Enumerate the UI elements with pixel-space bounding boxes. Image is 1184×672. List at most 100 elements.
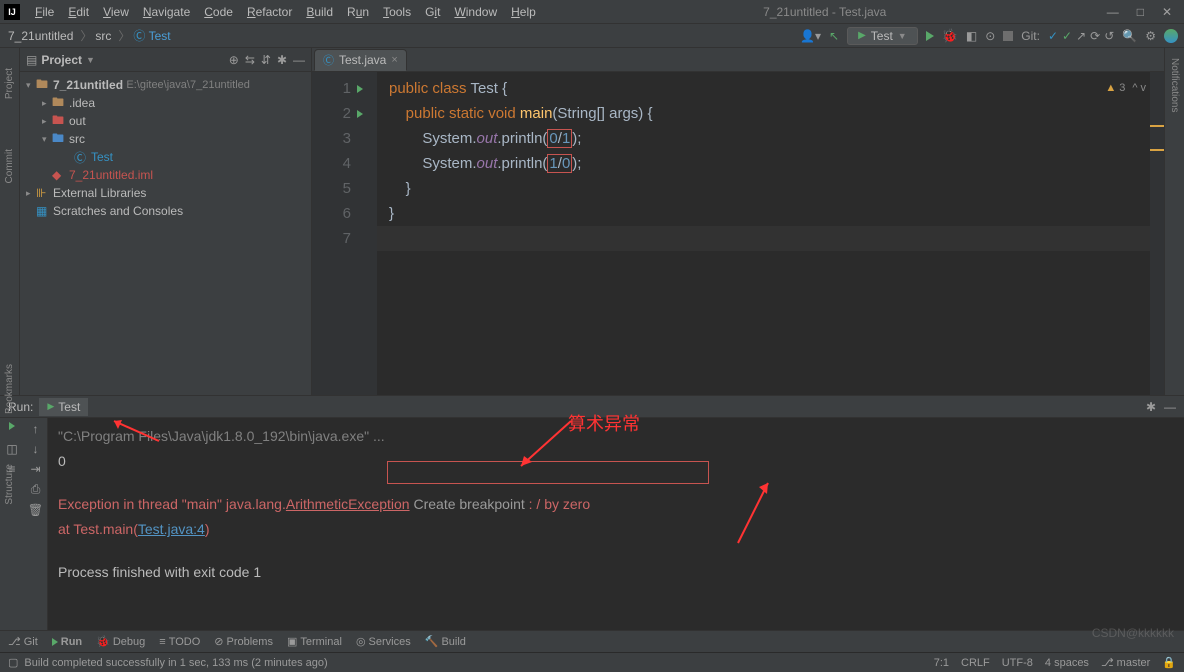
app-logo-icon: IJ [4,4,20,20]
tree-external[interactable]: ▸⊪External Libraries [20,184,311,202]
run-tool-window: Run: ▶ Test ✱ — ◫ ≡ ↑ ↓ ⇥ ⎙ 🗑 "C:\Progra… [0,395,1184,630]
coverage-button[interactable]: ◧ [966,29,977,43]
line-separator[interactable]: CRLF [961,657,990,669]
tab-build[interactable]: 🔨Build [425,635,466,648]
layout-icon[interactable]: ◫ [6,442,17,456]
watermark: CSDN@kkkkkk [1092,626,1174,640]
target-icon[interactable]: ⊕ [229,53,239,67]
caret-position[interactable]: 7:1 [934,657,949,669]
tab-problems[interactable]: ⊘Problems [214,635,273,648]
run-config-selector[interactable]: ▶ Test ▼ [847,27,918,45]
menu-window[interactable]: Window [447,3,504,21]
tool-notifications[interactable]: Notifications [1169,58,1180,112]
expand-icon[interactable]: ⇆ [245,53,255,67]
console-exit: Process finished with exit code 1 [58,560,1174,585]
tree-test-class[interactable]: ⒸTest [20,148,311,166]
stop-button[interactable] [1003,31,1013,41]
print-icon[interactable]: ⎙ [31,482,41,497]
close-tab-icon[interactable]: × [391,54,397,66]
tree-out[interactable]: ▸🖿out [20,112,311,130]
collapse-icon[interactable]: ⇵ [261,53,271,67]
editor-tabs: Ⓒ Test.java × [312,48,1164,72]
chevron-down-icon[interactable]: ▼ [86,55,95,65]
branch-icon: ⎇ [8,635,21,648]
git-history-icon[interactable]: ⟳ [1090,29,1100,43]
run-line-icon[interactable] [357,85,363,93]
file-encoding[interactable]: UTF-8 [1002,657,1033,669]
crumb-class[interactable]: Ⓒ Test [133,27,170,44]
git-commit-icon[interactable]: ✓ [1062,29,1072,43]
search-icon[interactable]: 🔍 [1122,29,1137,43]
menu-git[interactable]: Git [418,3,447,21]
tool-structure[interactable]: Structure [4,464,15,505]
tree-src[interactable]: ▾🖿src [20,130,311,148]
rerun-button[interactable] [9,422,15,430]
maximize-icon[interactable]: □ [1137,5,1144,19]
settings-icon[interactable]: ⚙ [1145,29,1156,43]
down-icon[interactable]: ↓ [33,442,39,456]
menu-code[interactable]: Code [197,3,240,21]
tab-terminal[interactable]: ▣Terminal [287,635,342,648]
tab-debug[interactable]: 🐞Debug [96,635,145,648]
tool-commit[interactable]: Commit [4,149,15,183]
tree-scratches[interactable]: ▦Scratches and Consoles [20,202,311,220]
tab-todo[interactable]: ≡TODO [159,636,200,648]
menu-view[interactable]: View [96,3,136,21]
error-stripe[interactable] [1150,72,1164,395]
run-button[interactable] [926,31,934,41]
build-button[interactable]: ↖ [829,29,839,43]
menu-help[interactable]: Help [504,3,543,21]
tool-bookmarks[interactable]: Bookmarks [4,364,15,414]
code-area[interactable]: 1234567 public class Test { public stati… [312,72,1164,395]
clear-icon[interactable]: 🗑 [28,503,43,517]
run-tab[interactable]: ▶ Test [39,398,88,416]
user-icon[interactable]: 👤▾ [800,29,821,43]
crumb-src[interactable]: src [95,29,111,43]
project-panel-title[interactable]: Project [41,53,82,67]
folder-icon: 🖿 [36,75,50,96]
menu-tools[interactable]: Tools [376,3,418,21]
tree-iml[interactable]: ◆7_21untitled.iml [20,166,311,184]
tab-run[interactable]: Run [52,636,82,648]
menu-navigate[interactable]: Navigate [136,3,197,21]
run-toolbar-right: ↑ ↓ ⇥ ⎙ 🗑 [24,418,48,630]
debug-button[interactable]: 🐞 [942,28,958,44]
avatar-icon[interactable] [1164,29,1178,43]
console-output[interactable]: "C:\Program Files\Java\jdk1.8.0_192\bin\… [48,418,1184,630]
git-branch[interactable]: ⎇ master [1101,656,1150,669]
run-line-icon[interactable] [357,110,363,118]
indent-info[interactable]: 4 spaces [1045,657,1089,669]
up-icon[interactable]: ↑ [33,422,39,436]
tab-test-java[interactable]: Ⓒ Test.java × [314,49,407,71]
stacktrace-link[interactable]: Test.java:4 [138,521,205,537]
menu-file[interactable]: File [28,3,61,21]
menu-bar: IJ File Edit View Navigate Code Refactor… [0,0,1184,24]
git-push-icon[interactable]: ↗ [1076,29,1086,43]
tool-project[interactable]: Project [4,68,15,99]
menu-edit[interactable]: Edit [61,3,96,21]
wrap-icon[interactable]: ⇥ [30,462,40,476]
tab-git[interactable]: ⎇Git [8,635,38,648]
git-rollback-icon[interactable]: ↺ [1104,29,1114,43]
project-panel: ▤ Project ▼ ⊕ ⇆ ⇵ ✱ — ▾🖿 7_21untitled E:… [20,48,312,395]
status-icon[interactable]: ▢ [8,656,18,669]
hide-icon[interactable]: — [293,53,305,67]
menu-build[interactable]: Build [299,3,340,21]
git-update-icon[interactable]: ✓ [1048,29,1058,43]
gear-icon[interactable]: ✱ [1146,400,1156,414]
menu-refactor[interactable]: Refactor [240,3,299,21]
minimize-icon[interactable]: — [1107,5,1119,19]
lock-icon[interactable]: 🔒 [1162,656,1176,669]
tab-services[interactable]: ◎Services [356,635,411,648]
profile-button[interactable]: ⊙ [985,29,995,43]
tree-idea[interactable]: ▸🖿.idea [20,94,311,112]
code-text[interactable]: public class Test { public static void m… [377,72,1150,395]
problems-icon: ⊘ [214,635,223,648]
hide-icon[interactable]: — [1164,400,1176,414]
menu-run[interactable]: Run [340,3,376,21]
gear-icon[interactable]: ✱ [277,53,287,67]
crumb-project[interactable]: 7_21untitled [8,29,73,43]
close-icon[interactable]: ✕ [1162,5,1172,19]
tree-root[interactable]: ▾🖿 7_21untitled E:\gitee\java\7_21untitl… [20,76,311,94]
annotation-label: 算术异常 [568,412,640,437]
